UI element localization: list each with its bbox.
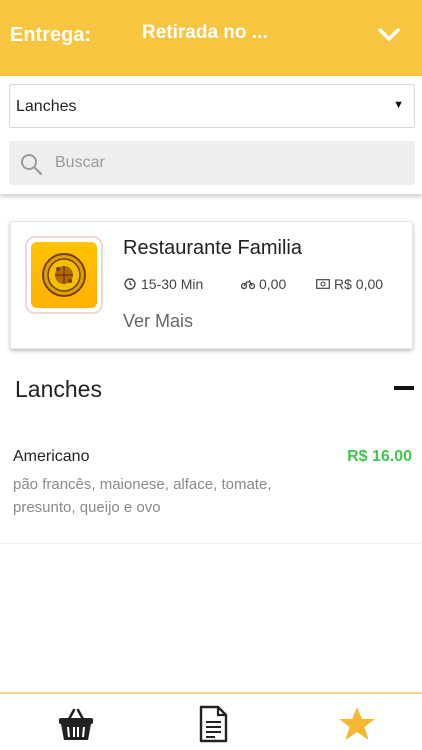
restaurant-card[interactable]: Restaurante Familia 15-30 Min 0,00 R$ 0,… <box>10 221 413 349</box>
document-icon <box>199 705 228 743</box>
basket-icon <box>59 708 93 740</box>
menu-item-description: pão francês, maionese, alface, tomate, p… <box>13 476 272 516</box>
delivery-time-value: 15-30 Min <box>141 276 204 292</box>
cart-button[interactable] <box>56 704 96 744</box>
delivery-mode-value[interactable]: Retirada no ... <box>142 22 268 44</box>
favorites-button[interactable] <box>337 704 377 744</box>
restaurant-logo <box>25 236 103 314</box>
restaurant-name: Restaurante Familia <box>123 237 302 259</box>
category-title: Lanches <box>15 376 102 402</box>
restaurant-emblem-icon <box>42 253 86 297</box>
filter-panel: Lanches ▼ Buscar <box>0 76 422 194</box>
minimum-order-value: R$ 0,00 <box>334 276 384 292</box>
menu-item-name: Americano <box>13 448 90 465</box>
money-icon <box>316 279 330 289</box>
menu-item[interactable]: Americano R$ 16.00 pão francês, maionese… <box>0 440 422 544</box>
delivery-fee-value: 0,00 <box>259 276 287 292</box>
clock-icon <box>124 278 136 290</box>
delivery-fee: 0,00 <box>241 276 286 292</box>
delivery-header[interactable]: Entrega: Retirada no ... <box>0 0 422 76</box>
dropdown-caret-icon: ▼ <box>393 99 404 111</box>
delivery-label: Entrega: <box>10 24 92 46</box>
see-more-link[interactable]: Ver Mais <box>123 311 193 332</box>
chevron-down-icon[interactable] <box>378 28 400 42</box>
category-select-value: Lanches <box>16 98 77 115</box>
motorcycle-icon <box>241 279 255 290</box>
star-icon <box>339 707 375 740</box>
category-select[interactable]: Lanches ▼ <box>9 84 415 128</box>
search-placeholder: Buscar <box>55 154 105 171</box>
orders-button[interactable] <box>193 704 233 744</box>
minimum-order: R$ 0,00 <box>316 276 383 292</box>
collapse-minus-icon[interactable] <box>394 386 414 390</box>
bottom-navigation <box>0 692 422 750</box>
search-input[interactable]: Buscar <box>9 141 415 185</box>
delivery-time: 15-30 Min <box>123 276 203 292</box>
search-icon <box>21 154 43 176</box>
menu-item-price: R$ 16.00 <box>347 448 412 465</box>
